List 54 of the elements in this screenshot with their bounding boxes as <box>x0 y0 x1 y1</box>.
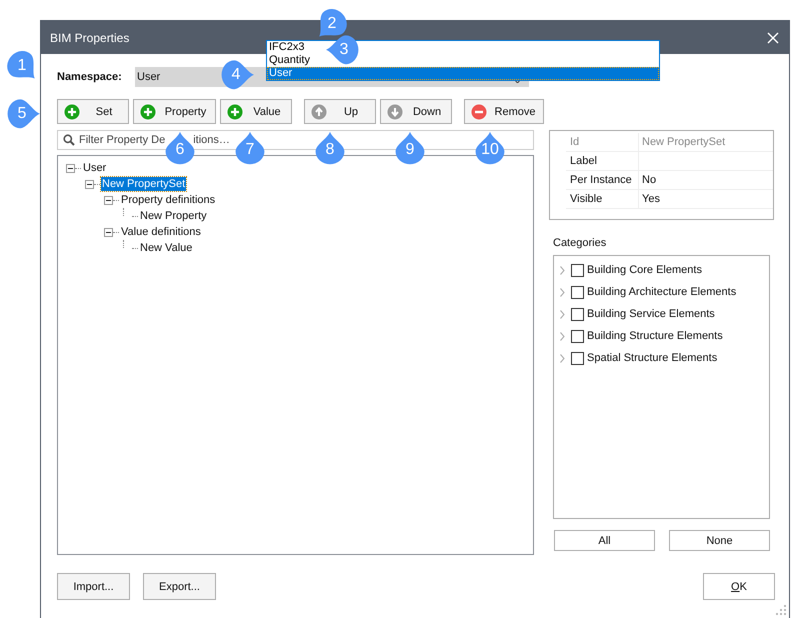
tree-item[interactable]: Property definitions <box>120 193 216 207</box>
tree-item[interactable]: Value definitions <box>120 225 202 239</box>
toolbar-button[interactable]: Up <box>304 99 376 124</box>
placeholder-text: itions… <box>193 134 230 146</box>
window-title: BIM Properties <box>50 30 130 44</box>
category-label[interactable]: Building Service Elements <box>587 308 715 320</box>
ok-button[interactable]: OK <box>703 573 775 600</box>
categories-label: Categories <box>553 237 608 249</box>
tree-item[interactable]: User <box>82 161 108 175</box>
namespace-label: Namespace: <box>57 71 123 83</box>
minus-icon <box>471 104 487 120</box>
category-label[interactable]: Building Architecture Elements <box>587 286 736 298</box>
property-name: Visible <box>566 190 639 208</box>
toolbar-button[interactable]: Down <box>380 99 452 124</box>
resize-grip-icon[interactable] <box>776 605 786 615</box>
arrow-down-icon <box>387 104 403 120</box>
tree-item[interactable]: New Value <box>139 241 194 255</box>
namespace-option[interactable]: IFC2x3 <box>267 41 306 54</box>
collapse-toggle-icon[interactable] <box>104 228 113 236</box>
toolbar-button[interactable]: Property <box>133 99 216 124</box>
toolbar-button[interactable]: Remove <box>464 99 544 124</box>
toolbar-button[interactable]: Value <box>220 99 292 124</box>
property-value[interactable]: Yes <box>639 193 660 205</box>
collapse-toggle-icon[interactable] <box>66 164 75 172</box>
tree-item[interactable]: New Property <box>139 209 208 223</box>
checkbox[interactable] <box>571 352 584 364</box>
plus-icon <box>64 104 80 120</box>
select-button[interactable]: None <box>669 530 770 551</box>
search-icon <box>63 134 75 146</box>
collapse-toggle-icon[interactable] <box>85 180 94 188</box>
category-label[interactable]: Building Structure Elements <box>587 330 723 342</box>
close-icon[interactable] <box>767 32 779 44</box>
category-label[interactable]: Building Core Elements <box>587 264 702 276</box>
property-name: Id <box>566 133 639 151</box>
plus-icon <box>227 104 243 120</box>
checkbox[interactable] <box>571 308 584 320</box>
property-name: Per Instance <box>566 171 639 189</box>
plus-icon <box>140 104 156 120</box>
property-value[interactable]: No <box>639 174 656 186</box>
select-button[interactable]: All <box>554 530 655 551</box>
property-name: Label <box>566 152 639 170</box>
arrow-up-icon <box>311 104 327 120</box>
category-label[interactable]: Spatial Structure Elements <box>587 352 718 364</box>
toolbar-button[interactable]: Set <box>57 99 129 124</box>
checkbox[interactable] <box>571 264 584 276</box>
placeholder-text: Filter Property De <box>79 134 166 146</box>
collapse-toggle-icon[interactable] <box>104 196 113 204</box>
tree-item[interactable]: New PropertySet <box>101 177 186 191</box>
checkbox[interactable] <box>571 286 584 298</box>
namespace-option[interactable]: User <box>267 67 659 80</box>
checkbox[interactable] <box>571 330 584 342</box>
namespace-option[interactable]: Quantity <box>267 54 312 67</box>
footer-button[interactable]: Import... <box>57 573 130 600</box>
footer-button[interactable]: Export... <box>143 573 216 600</box>
